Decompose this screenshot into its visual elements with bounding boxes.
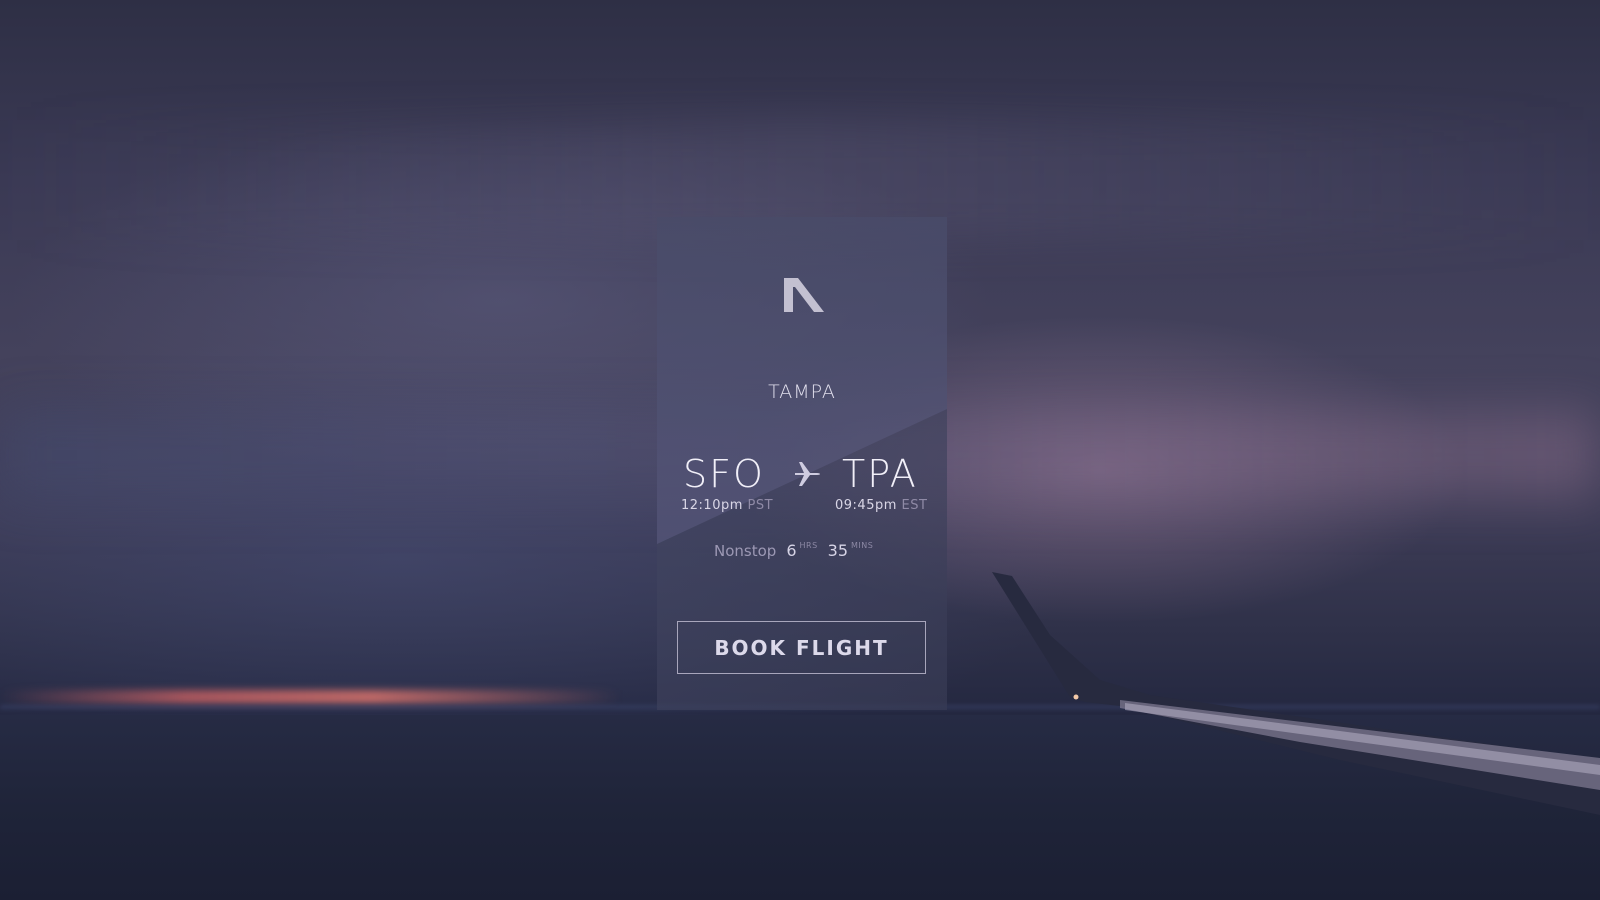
departure-timezone: PST	[747, 498, 774, 513]
duration-hours-unit: HRS	[799, 541, 818, 550]
origin-airport-code: SFO	[683, 452, 765, 496]
sky-background: TAMPA SFO TPA 12:10pm PST 09:45pm EST No…	[0, 0, 1600, 900]
duration-minutes-unit: MINS	[851, 541, 874, 550]
duration-minutes: 35	[827, 541, 849, 560]
flight-duration: Nonstop 6 HRS 35 MINS	[714, 541, 873, 560]
destination-city: TAMPA	[768, 381, 836, 403]
destination-airport-code: TPA	[842, 452, 918, 496]
stops-label: Nonstop	[714, 542, 777, 560]
brand-logo-icon	[784, 278, 824, 312]
departure-time-value: 12:10pm	[681, 498, 743, 513]
arrival-time: 09:45pm EST	[835, 498, 927, 513]
book-flight-button[interactable]: BOOK FLIGHT	[677, 621, 926, 674]
departure-time: 12:10pm PST	[681, 498, 773, 513]
airplane-icon	[795, 462, 820, 486]
arrival-time-value: 09:45pm	[835, 498, 897, 513]
duration-hours: 6	[786, 541, 797, 560]
arrival-timezone: EST	[901, 498, 928, 513]
